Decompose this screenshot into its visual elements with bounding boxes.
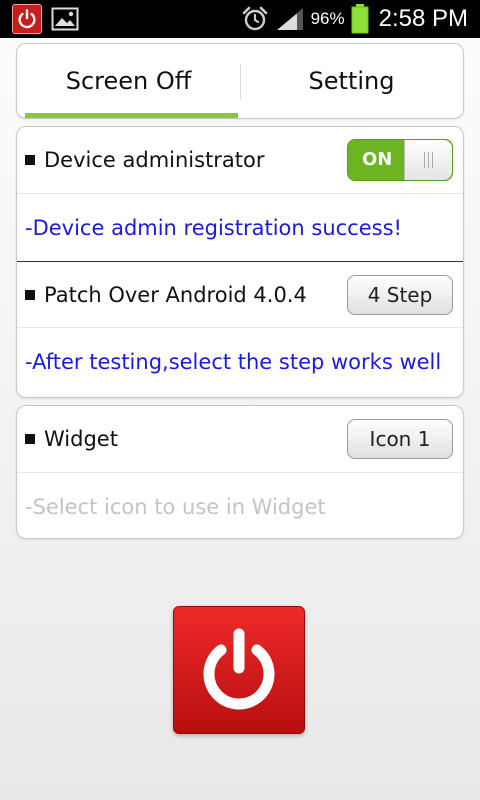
widget-icon-button[interactable]: Icon 1 <box>347 419 453 459</box>
tab-bar: Screen Off Setting <box>16 43 464 119</box>
patch-description: -After testing,select the step works wel… <box>25 349 442 374</box>
battery-icon <box>351 4 369 34</box>
widget-label: Widget <box>44 427 118 451</box>
toggle-on-label: ON <box>362 149 393 170</box>
patch-desc-row: -After testing,select the step works wel… <box>17 327 463 395</box>
device-admin-desc-row: -Device admin registration success! <box>17 193 463 261</box>
settings-card: Device administrator ON -Device admin re… <box>16 126 464 398</box>
status-bar: 96% 2:58 PM <box>0 0 480 38</box>
image-icon <box>50 6 80 32</box>
battery-percent: 96% <box>310 9 345 28</box>
device-admin-label: Device administrator <box>44 148 265 172</box>
bullet-square <box>25 155 35 165</box>
tab-label: Setting <box>308 67 395 95</box>
power-icon <box>203 628 275 710</box>
clock-time: 2:58 PM <box>378 5 468 32</box>
widget-desc-row: -Select icon to use in Widget <box>17 472 463 538</box>
device-admin-description: -Device admin registration success! <box>25 215 402 240</box>
widget-row: Widget Icon 1 <box>17 406 463 472</box>
alarm-clock-icon <box>241 5 269 33</box>
patch-step-button[interactable]: 4 Step <box>347 274 453 315</box>
patch-row: Patch Over Android 4.0.4 4 Step <box>17 261 463 327</box>
bullet-square <box>25 434 35 444</box>
toggle-knob[interactable] <box>404 140 452 180</box>
tab-label: Screen Off <box>65 67 192 95</box>
widget-card: Widget Icon 1 -Select icon to use in Wid… <box>16 405 464 539</box>
widget-description: -Select icon to use in Widget <box>25 494 326 519</box>
tab-setting[interactable]: Setting <box>240 44 463 118</box>
bullet-square <box>25 289 35 300</box>
screen-off-power-button[interactable] <box>173 606 305 734</box>
patch-label: Patch Over Android 4.0.4 <box>44 282 307 307</box>
device-admin-toggle[interactable]: ON <box>347 139 453 181</box>
power-icon <box>12 4 42 34</box>
device-admin-row: Device administrator ON <box>17 127 463 193</box>
tab-screen-off[interactable]: Screen Off <box>17 44 240 118</box>
signal-icon <box>275 6 305 32</box>
